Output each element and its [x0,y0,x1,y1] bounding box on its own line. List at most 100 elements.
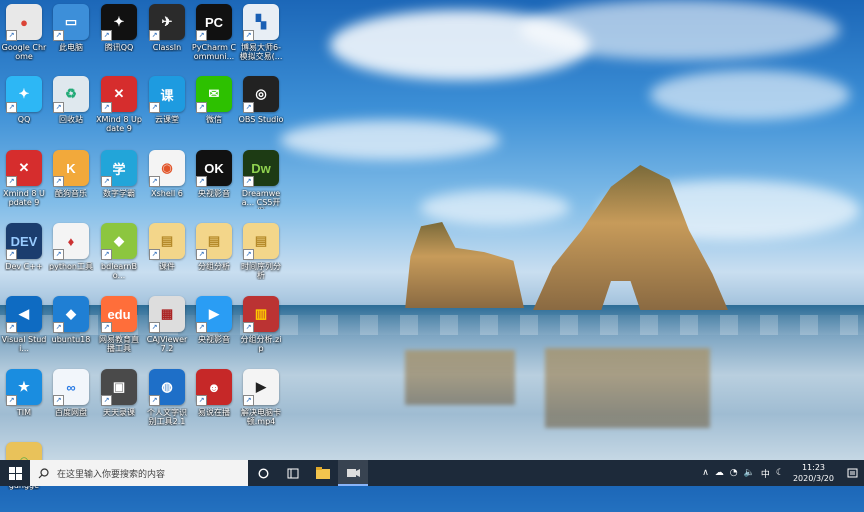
desktop-shortcut[interactable]: ▶ ↗ 央视影音 [191,296,237,366]
taskbar: 在这里输入你要搜索的内容 ∧ ☁ ◔ 🔈 中 ☾ 11:23 2020/3/20 [0,460,864,486]
shortcut-arrow-icon: ↗ [53,249,64,260]
desktop-shortcut-label: Dreamwea... CS5开发 [241,189,281,209]
desktop-shortcut-label: 天天录课 [103,408,135,417]
windows-logo-icon [8,466,22,480]
search-icon [38,467,49,478]
shortcut-arrow-icon: ↗ [149,102,160,113]
desktop-shortcut[interactable]: ▣ ↗ 天天录课 [96,369,142,439]
desktop-shortcut[interactable]: ◀ ↗ Visual Studi... [1,296,47,366]
desktop-shortcut[interactable]: ✈ ↗ ClassIn [144,4,190,74]
desktop-shortcut[interactable]: edu ↗ 网易教育直播工具 [96,296,142,366]
shortcut-arrow-icon: ↗ [6,322,17,333]
desktop-shortcut-label: OBS Studio [238,115,284,124]
desktop-shortcut-label: 分组分析 [198,262,230,271]
task-view-button[interactable] [278,460,308,486]
desktop-shortcut[interactable]: ✦ ↗ QQ [1,76,47,146]
desktop-shortcut[interactable]: PC ↗ PyCharm Communi... [191,4,237,74]
desktop-shortcut[interactable]: K ↗ 酷狗音乐 [48,150,94,220]
desktop-shortcut-label: 此电脑 [59,43,83,52]
desktop-shortcut[interactable]: ∞ ↗ 百度网盘 [48,369,94,439]
taskbar-search-box[interactable]: 在这里输入你要搜索的内容 [30,460,248,486]
shortcut-arrow-icon: ↗ [6,249,17,260]
search-placeholder: 在这里输入你要搜索的内容 [57,469,166,480]
desktop-shortcut[interactable]: 学 ↗ 数字学霸 [96,150,142,220]
desktop-shortcut-label: Google Chrome [1,43,47,61]
shortcut-arrow-icon: ↗ [101,249,112,260]
desktop-shortcut[interactable]: Dw↗Dreamwea... CS5开发 [238,150,284,220]
desktop-shortcut[interactable]: DEV ↗ Dev C++ [1,223,47,293]
ime-indicator[interactable]: 中 [758,467,773,480]
shortcut-arrow-icon: ↗ [196,30,207,41]
volume-icon[interactable]: 🔈 [741,468,758,478]
shortcut-arrow-icon: ↗ [149,176,160,187]
desktop-shortcut-label: 央视影音 [198,335,230,344]
onedrive-cloud-icon[interactable]: ☁ [712,468,727,478]
desktop-shortcut[interactable]: OK ↗ 央视影音 [191,150,237,220]
camera-icon [346,468,360,477]
desktop-shortcut[interactable]: ✕ ↗ XMind 8 Update 9 [96,76,142,146]
action-center-button[interactable] [840,460,864,486]
shortcut-arrow-icon: ↗ [53,395,64,406]
desktop-shortcut[interactable]: ◉ ↗ Xshell 6 [144,150,190,220]
desktop-shortcut[interactable]: ▤ ↗ 分组分析 [191,223,237,293]
desktop-shortcut-label: 云课堂 [155,115,179,124]
desktop-shortcut-label: 易说在播 [198,408,230,417]
desktop-shortcut[interactable]: 课 ↗ 云课堂 [144,76,190,146]
desktop-shortcut[interactable]: ✦ ↗ 腾讯QQ [96,4,142,74]
shortcut-arrow-icon: ↗ [53,176,64,187]
desktop-shortcut[interactable]: ♦ ↗ python工具 [48,223,94,293]
desktop-shortcut[interactable]: ✉ ↗ 微信 [191,76,237,146]
desktop-shortcut[interactable]: ★ ↗ TIM [1,369,47,439]
desktop-shortcut[interactable]: ▥ ↗ 分组分析.zip [238,296,284,366]
shortcut-arrow-icon: ↗ [196,176,207,187]
shortcut-arrow-icon: ↗ [149,30,160,41]
shortcut-arrow-icon: ↗ [149,395,160,406]
desktop-shortcut[interactable]: ◆ ↗ bdlearnBo... [96,223,142,293]
shortcut-arrow-icon: ↗ [243,176,254,187]
file-explorer-taskbar-button[interactable] [308,460,338,486]
desktop-shortcut-label: Dev C++ [5,262,43,271]
desktop-shortcut[interactable]: ● ↗ Google Chrome [1,4,47,74]
desktop-shortcut-label: TIM [16,408,32,417]
shortcut-arrow-icon: ↗ [243,322,254,333]
desktop-shortcut[interactable]: ◎ ↗ OBS Studio [238,76,284,146]
shortcut-arrow-icon: ↗ [196,395,207,406]
shortcut-arrow-icon: ↗ [243,249,254,260]
desktop-shortcut[interactable]: ▚ ↗ 博易大师6-模拟交易(... [238,4,284,74]
desktop-shortcut-label: PyCharm Communi... [191,43,237,61]
desktop-shortcut[interactable]: ◆ ↗ ubuntu18 [48,296,94,366]
shortcut-arrow-icon: ↗ [53,102,64,113]
desktop-shortcut[interactable]: ▤ ↗ 课件 [144,223,190,293]
show-hidden-icons-chevron-icon[interactable]: ∧ [699,468,712,478]
taskbar-clock[interactable]: 11:23 2020/3/20 [787,462,840,484]
cortana-button[interactable] [248,460,278,486]
desktop-shortcut-label: 百度网盘 [55,408,87,417]
shortcut-arrow-icon: ↗ [101,322,112,333]
ime-mode-icon[interactable]: ☾ [773,468,787,478]
desktop-shortcut-label: 回收站 [59,115,83,124]
shortcut-arrow-icon: ↗ [6,30,17,41]
recording-app-taskbar-button[interactable] [338,460,368,486]
desktop-shortcut-label: Xmind 8 Update 9 [3,189,45,207]
task-view-icon [287,468,299,478]
shortcut-arrow-icon: ↗ [101,176,112,187]
desktop-shortcut[interactable]: ✕ ↗ Xmind 8 Update 9 [1,150,47,220]
cortana-circle-icon [257,467,269,479]
desktop-shortcut[interactable]: ▦ ↗ CAJViewer 7.2 [144,296,190,366]
desktop-shortcut-label: 个人文字识别工具2.1 [147,408,187,426]
desktop-shortcut[interactable]: ▶ ↗ 解决电脑卡顿.mp4 [238,369,284,439]
desktop-shortcut[interactable]: ☻ ↗ 易说在播 [191,369,237,439]
desktop-shortcut-label: 央视影音 [198,189,230,198]
system-tray: ∧ ☁ ◔ 🔈 中 ☾ 11:23 2020/3/20 [699,460,864,486]
desktop-shortcut[interactable]: ♻ ↗ 回收站 [48,76,94,146]
desktop-shortcut-label: ubuntu18 [51,335,91,344]
desktop-shortcut[interactable]: ▤ ↗ 时间序列分析 [238,223,284,293]
desktop-shortcut[interactable]: ◍ ↗ 个人文字识别工具2.1 [144,369,190,439]
desktop-shortcut-label: 时间序列分析 [241,262,281,280]
shortcut-arrow-icon: ↗ [101,395,112,406]
network-icon[interactable]: ◔ [727,468,741,478]
shortcut-arrow-icon: ↗ [101,102,112,113]
start-button[interactable] [0,460,30,486]
desktop-shortcut[interactable]: ▭ ↗ 此电脑 [48,4,94,74]
shortcut-arrow-icon: ↗ [149,322,160,333]
